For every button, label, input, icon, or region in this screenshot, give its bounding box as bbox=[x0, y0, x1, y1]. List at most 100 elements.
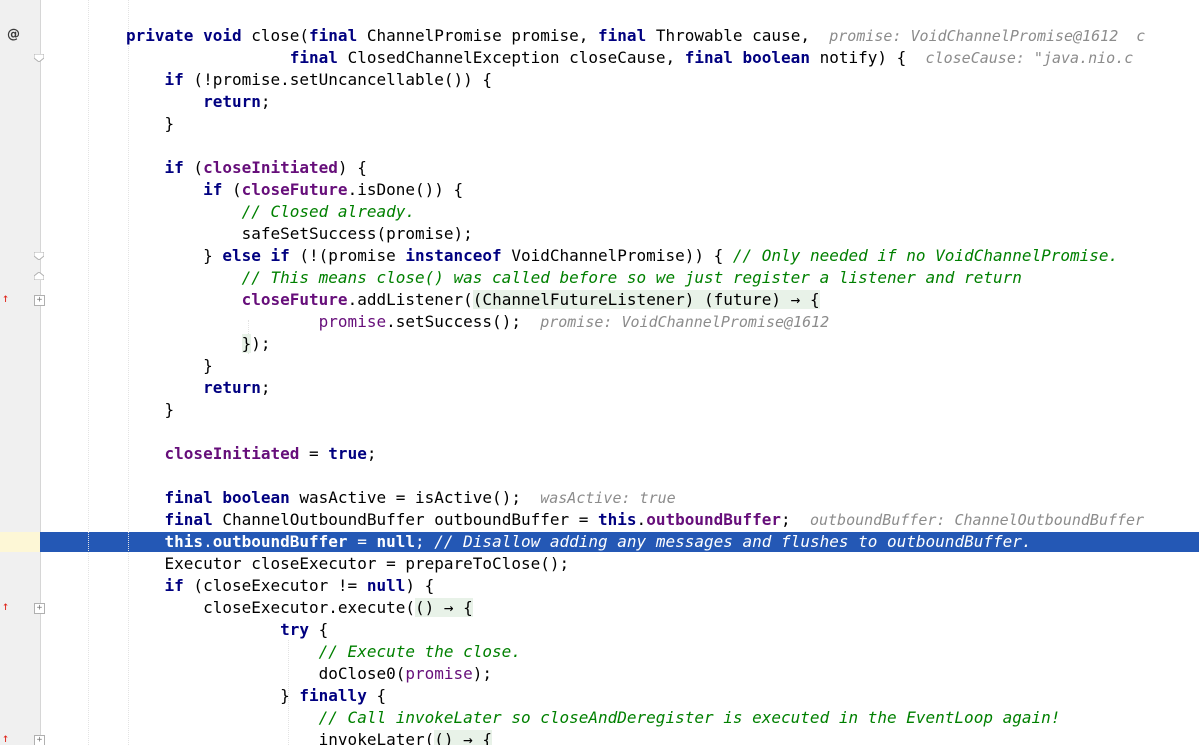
code-token: = bbox=[347, 532, 377, 551]
code-field: closeFuture bbox=[241, 290, 348, 309]
fold-end-icon[interactable] bbox=[34, 252, 44, 260]
code-token: } bbox=[126, 356, 213, 375]
code-line[interactable]: } bbox=[126, 399, 175, 421]
code-token: { bbox=[366, 686, 387, 705]
code-token: invokeLater( bbox=[126, 730, 435, 745]
code-line[interactable]: if (closeFuture.isDone()) { bbox=[126, 179, 463, 201]
code-keyword: return bbox=[203, 92, 261, 111]
fold-expand-icon[interactable]: + bbox=[34, 295, 45, 306]
code-comment: // This means close() was called before … bbox=[241, 268, 1022, 287]
code-keyword: final bbox=[309, 26, 358, 45]
code-line[interactable]: try { bbox=[126, 619, 328, 641]
code-line[interactable]: invokeLater(() → { bbox=[126, 729, 493, 745]
code-line[interactable]: final ClosedChannelException closeCause,… bbox=[126, 47, 1134, 69]
code-lambda: () → { bbox=[414, 598, 473, 617]
code-line[interactable]: final ChannelOutboundBuffer outboundBuff… bbox=[126, 509, 1145, 531]
code-keyword: final bbox=[289, 48, 338, 67]
code-token: (closeExecutor != bbox=[183, 576, 367, 595]
code-comment: // Closed already. bbox=[241, 202, 415, 221]
code-line-current[interactable]: this.outboundBuffer = null; // Disallow … bbox=[126, 531, 1032, 553]
code-keyword: try bbox=[280, 620, 310, 639]
inline-debug-value: promise: VoidChannelPromise@1612 c bbox=[829, 27, 1146, 45]
code-token: } bbox=[126, 400, 175, 419]
code-token: ; bbox=[366, 444, 377, 463]
editor-gutter[interactable]: @ ↑ ↑ ↑ + + + bbox=[0, 0, 45, 745]
implements-arrow-icon[interactable]: ↑ bbox=[2, 290, 9, 306]
implements-arrow-icon[interactable]: ↑ bbox=[2, 730, 9, 745]
fold-start-icon[interactable] bbox=[34, 272, 44, 280]
code-line[interactable]: doClose0(promise); bbox=[126, 663, 492, 685]
code-editor[interactable]: @ ↑ ↑ ↑ + + + private void close(final C… bbox=[0, 0, 1199, 745]
code-keyword: private void bbox=[126, 26, 242, 45]
code-token: safeSetSuccess(promise); bbox=[126, 224, 473, 243]
code-token: Executor closeExecutor = prepareToClose(… bbox=[126, 554, 570, 573]
code-line[interactable]: private void close(final ChannelPromise … bbox=[126, 25, 1145, 47]
code-line[interactable]: return; bbox=[126, 91, 270, 113]
code-keyword: this bbox=[598, 510, 637, 529]
override-method-icon[interactable]: @ bbox=[7, 27, 20, 43]
fold-expand-icon[interactable]: + bbox=[34, 735, 45, 745]
code-line[interactable]: if (!promise.setUncancellable()) { bbox=[126, 69, 493, 91]
code-comment: // Disallow adding any messages and flus… bbox=[434, 532, 1032, 551]
code-line[interactable]: // Call invokeLater so closeAndDeregiste… bbox=[126, 707, 1061, 729]
code-line[interactable]: if (closeExecutor != null) { bbox=[126, 575, 435, 597]
code-line[interactable]: safeSetSuccess(promise); bbox=[126, 223, 473, 245]
fold-end-icon[interactable] bbox=[34, 54, 44, 62]
code-token: ; bbox=[260, 378, 271, 397]
code-line[interactable]: } bbox=[126, 355, 213, 377]
code-token: = bbox=[299, 444, 329, 463]
code-token: close( bbox=[241, 26, 310, 45]
code-token: (!(promise bbox=[289, 246, 406, 265]
code-line[interactable]: closeFuture.addListener((ChannelFutureLi… bbox=[126, 289, 820, 311]
code-token: .isDone()) { bbox=[347, 180, 464, 199]
code-keyword: if bbox=[203, 180, 223, 199]
code-line[interactable]: } else if (!(promise instanceof VoidChan… bbox=[126, 245, 1118, 267]
code-field: closeFuture bbox=[241, 180, 348, 199]
code-token: .addListener( bbox=[347, 290, 473, 309]
code-line[interactable]: Executor closeExecutor = prepareToClose(… bbox=[126, 553, 570, 575]
code-keyword: if bbox=[164, 70, 184, 89]
code-line[interactable]: if (closeInitiated) { bbox=[126, 157, 367, 179]
code-keyword: final bbox=[164, 510, 213, 529]
code-token: } bbox=[126, 686, 300, 705]
code-line[interactable]: closeExecutor.execute(() → { bbox=[126, 597, 473, 619]
code-token: ChannelPromise promise, bbox=[357, 26, 599, 45]
code-token: ); bbox=[251, 334, 271, 353]
implements-arrow-icon[interactable]: ↑ bbox=[2, 598, 9, 614]
code-line[interactable]: // Execute the close. bbox=[126, 641, 521, 663]
code-line[interactable]: // This means close() was called before … bbox=[126, 267, 1022, 289]
code-token: ; bbox=[781, 510, 810, 529]
code-line[interactable]: closeInitiated = true; bbox=[126, 443, 377, 465]
code-line[interactable]: } bbox=[126, 113, 175, 135]
current-line-gutter-highlight bbox=[0, 532, 40, 552]
code-line[interactable]: } finally { bbox=[126, 685, 386, 707]
fold-expand-icon[interactable]: + bbox=[34, 603, 45, 614]
code-line[interactable]: }); bbox=[126, 333, 271, 355]
code-token: Throwable cause, bbox=[646, 26, 830, 45]
code-token: ( bbox=[183, 158, 204, 177]
code-token: ; bbox=[415, 532, 435, 551]
code-line[interactable]: promise.setSuccess(); promise: VoidChann… bbox=[126, 311, 830, 333]
code-line[interactable]: final boolean wasActive = isActive(); wa… bbox=[126, 487, 676, 509]
code-field: closeInitiated bbox=[203, 158, 338, 177]
code-lambda: } bbox=[241, 334, 252, 353]
code-token: doClose0( bbox=[126, 664, 406, 683]
code-field: promise bbox=[318, 312, 387, 331]
code-line[interactable]: // Closed already. bbox=[126, 201, 415, 223]
code-lambda: () → { bbox=[434, 730, 493, 745]
code-token: .setSuccess(); bbox=[386, 312, 541, 331]
code-keyword: final boolean bbox=[164, 488, 290, 507]
code-line[interactable]: return; bbox=[126, 377, 271, 399]
code-token: . bbox=[203, 532, 213, 551]
inline-debug-value: closeCause: "java.nio.c bbox=[925, 49, 1134, 67]
